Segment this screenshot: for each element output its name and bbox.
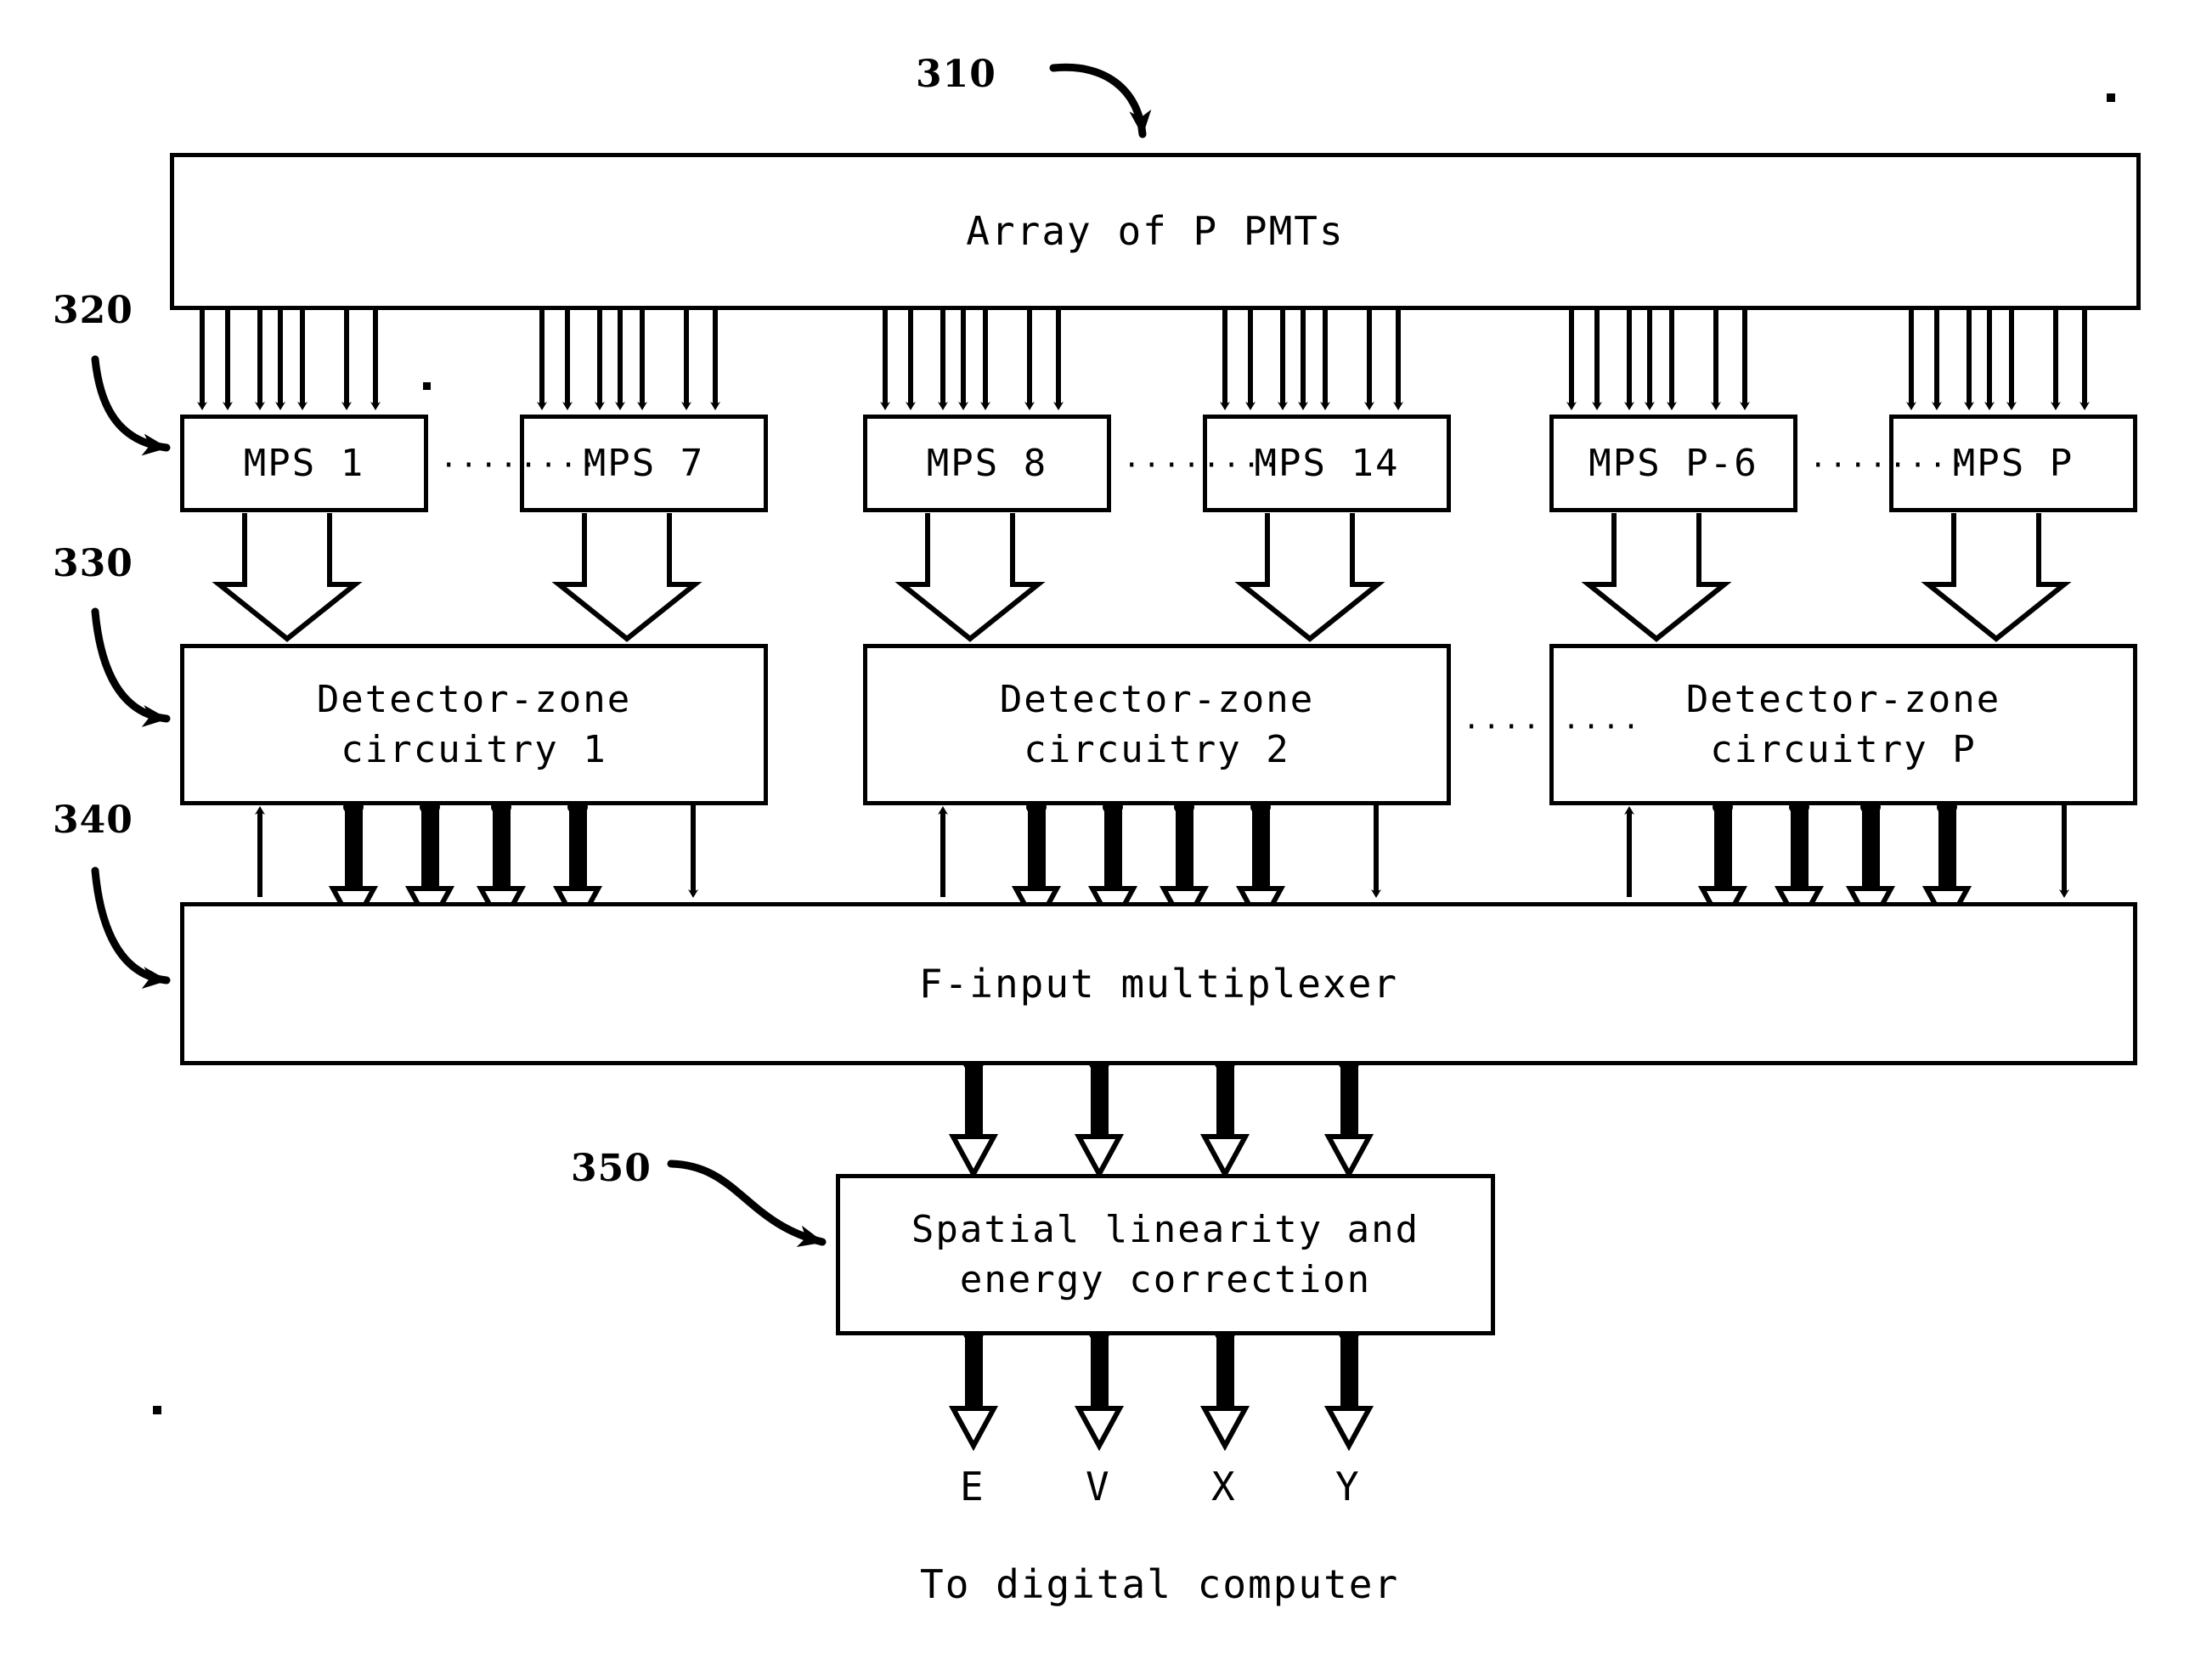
output-port-label-x: X [1211,1464,1235,1509]
detector-zone-row-ellipsis: ········· [1463,710,1643,744]
mps-box-p-label: MPS P [1952,441,2074,485]
f-input-multiplexer-box[interactable]: F-input multiplexer [180,902,2137,1065]
output-port-label-v: V [1086,1464,1109,1509]
mps-box-1-label: MPS 1 [243,441,365,485]
leader-310 [1049,63,1152,138]
pmt-to-mps-lines-4 [1220,310,1403,410]
detector-zone-circuitry-2[interactable]: Detector-zone circuitry 2 [863,644,1451,805]
output-port-label-y: Y [1335,1464,1359,1509]
detector-zone-circuitry-1[interactable]: Detector-zone circuitry 1 [180,644,768,805]
mps-to-zone-arrow-3a [1581,513,1732,642]
mps-box-p-minus-6[interactable]: MPS P-6 [1549,415,1797,512]
mps-to-zone-arrow-1a [212,513,363,642]
detector-zone-2-line2: circuitry 2 [1024,728,1290,771]
mps-box-8[interactable]: MPS 8 [863,415,1111,512]
slec-output-bus-arrows [948,1326,1374,1452]
spatial-linearity-line2: energy correction [959,1258,1372,1301]
mps-to-zone-arrow-2b [1234,513,1385,642]
mps-to-zone-arrow-2a [894,513,1046,642]
leader-320 [91,355,171,456]
detector-zone-p-line1: Detector-zone [1685,677,2001,721]
mps-box-7-label: MPS 7 [583,441,705,485]
spatial-linearity-line1: Spatial linearity and [911,1207,1420,1251]
mps-row-ellipsis-2: ········ [1123,449,1283,482]
mps-box-8-label: MPS 8 [926,441,1048,485]
to-digital-computer-caption: To digital computer [920,1561,1400,1607]
detector-zone-2-line1: Detector-zone [999,677,1315,721]
pmt-to-mps-lines-1 [197,310,381,410]
pmt-to-mps-lines-6 [1906,310,2090,410]
reference-numeral-350: 350 [571,1147,652,1190]
mps-row-ellipsis-3: ········ [1809,449,1969,482]
leader-330 [91,607,171,727]
reference-numeral-320: 320 [53,289,133,332]
reference-numeral-340: 340 [53,798,133,842]
pmt-to-mps-lines-5 [1566,310,1750,410]
mps-row-ellipsis-1: ········ [440,449,600,482]
detector-zone-1-line2: circuitry 1 [341,728,607,771]
pmt-array-box[interactable]: Array of P PMTs [170,153,2141,310]
pmt-array-label: Array of P PMTs [966,208,1345,255]
leader-340 [91,866,171,989]
output-port-label-e: E [960,1464,984,1509]
mux-to-slec-bus-arrows [948,1056,1374,1180]
detector-zone-1-line1: Detector-zone [316,677,632,721]
mps-to-zone-arrow-1b [551,513,703,642]
reference-numeral-330: 330 [53,542,133,585]
spatial-linearity-energy-correction-box[interactable]: Spatial linearity and energy correction [836,1174,1495,1335]
f-input-multiplexer-label: F-input multiplexer [918,960,1399,1007]
figure-canvas: 310 320 330 340 350 Array of P PMTs MPS … [0,0,2212,1659]
detector-zone-p-line2: circuitry P [1710,728,1977,771]
pmt-to-mps-lines-2 [537,310,720,410]
mps-box-p-minus-6-label: MPS P-6 [1588,441,1758,485]
leader-350 [667,1160,827,1247]
reference-numeral-310: 310 [916,53,996,96]
pmt-to-mps-lines-3 [880,310,1064,410]
mps-to-zone-arrow-3b [1921,513,2072,642]
mps-box-1[interactable]: MPS 1 [180,415,428,512]
